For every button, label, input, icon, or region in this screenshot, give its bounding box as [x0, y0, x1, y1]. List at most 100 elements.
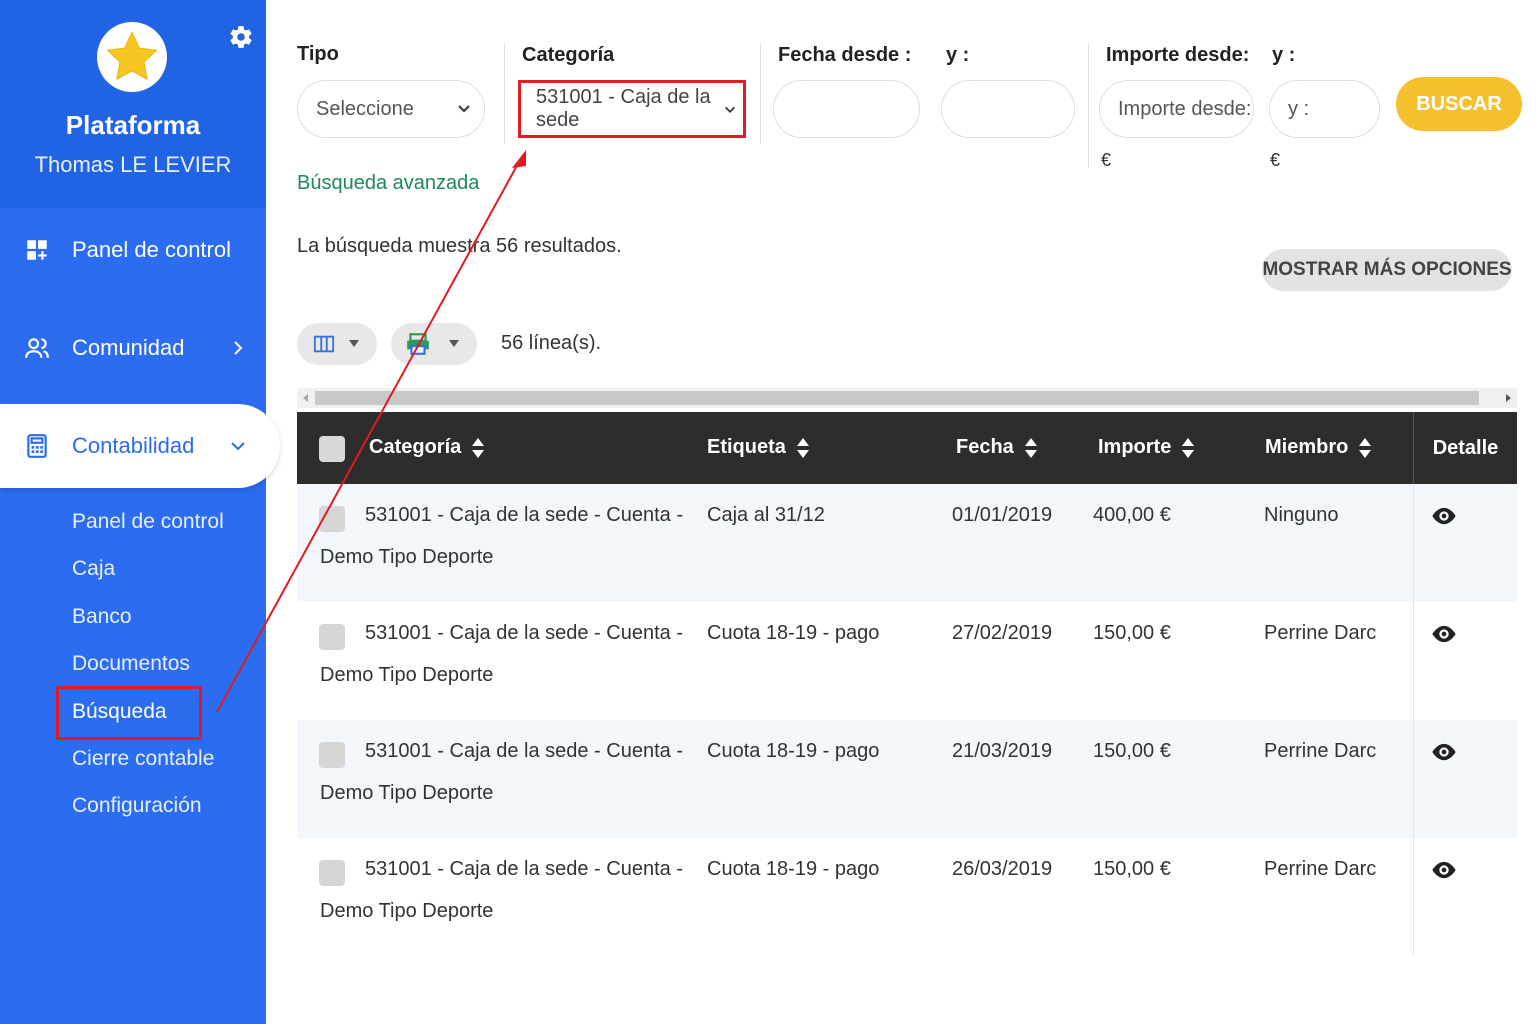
cell-miembro: Perrine Darc [1264, 740, 1377, 762]
cell-categoria: 531001 - Caja de la sede - Cuenta - [365, 858, 683, 880]
row-checkbox[interactable] [319, 742, 345, 768]
column-header-etiqueta[interactable]: Etiqueta [707, 436, 810, 459]
horizontal-scrollbar[interactable] [297, 388, 1517, 408]
divider [1088, 44, 1089, 168]
chevron-right-icon [234, 341, 243, 355]
export-printer-icon [407, 333, 429, 355]
subnav-banco[interactable]: Banco [72, 605, 132, 629]
caret-down-icon [449, 340, 459, 347]
importe-desde-placeholder: Importe desde: [1118, 97, 1252, 120]
cell-etiqueta: Cuota 18-19 - pago [707, 622, 880, 644]
cell-importe: 150,00 € [1093, 858, 1171, 880]
column-header-detalle: Detalle [1413, 412, 1517, 484]
categoria-select[interactable]: 531001 - Caja de la sede [518, 80, 746, 138]
cell-categoria: 531001 - Caja de la sede - Cuenta - [365, 740, 683, 762]
tipo-value: Seleccione [316, 97, 414, 120]
sort-icon [1024, 437, 1037, 458]
cell-fecha: 21/03/2019 [952, 740, 1053, 762]
row-checkbox[interactable] [319, 624, 345, 650]
importe-hasta-placeholder: y : [1288, 97, 1310, 120]
advanced-search-link[interactable]: Búsqueda avanzada [297, 172, 479, 195]
chevron-down-icon [458, 105, 470, 113]
more-options-button[interactable]: MOSTRAR MÁS OPCIONES [1262, 249, 1512, 291]
subnav-panel-de-control[interactable]: Panel de control [72, 510, 224, 534]
fecha-desde-label: Fecha desde : [778, 44, 912, 66]
cell-fecha: 26/03/2019 [952, 858, 1053, 880]
cell-miembro: Perrine Darc [1264, 622, 1377, 644]
cell-categoria-cont: Demo Tipo Deporte [320, 664, 494, 686]
nav-label: Panel de control [72, 237, 231, 262]
caret-down-icon [349, 340, 359, 347]
header-label: Detalle [1432, 436, 1499, 459]
eye-icon[interactable] [1430, 856, 1458, 884]
column-header-categoria[interactable]: Categoría [369, 436, 485, 459]
eye-icon[interactable] [1430, 738, 1458, 766]
cell-fecha: 01/01/2019 [952, 504, 1053, 526]
categoria-value: 531001 - Caja de la sede [536, 86, 711, 131]
fecha-desde-input[interactable] [773, 80, 920, 138]
columns-toggle-button[interactable] [297, 323, 377, 365]
scroll-right-icon[interactable] [1502, 392, 1514, 404]
subnav-cierre-contable[interactable]: Cierre contable [72, 747, 214, 771]
dashboard-icon [27, 240, 47, 260]
categoria-label: Categoría [522, 44, 615, 66]
sort-icon [796, 437, 809, 458]
cell-miembro: Ninguno [1264, 504, 1339, 526]
header-label: Importe [1098, 436, 1172, 458]
sort-icon [1182, 437, 1195, 458]
gear-icon[interactable] [228, 24, 254, 50]
nav-panel-de-control[interactable]: Panel de control [0, 208, 266, 292]
row-checkbox[interactable] [319, 506, 345, 532]
cell-importe: 150,00 € [1093, 622, 1171, 644]
table-row: 531001 - Caja de la sede - Cuenta - Demo… [297, 838, 1517, 956]
platform-title: Plataforma [65, 110, 201, 140]
nav-label: Contabilidad [72, 433, 195, 458]
cell-categoria: 531001 - Caja de la sede - Cuenta - [365, 504, 683, 526]
subnav-configuracion[interactable]: Configuración [72, 794, 202, 818]
sidebar: Plataforma Thomas LE LEVIER Panel de con… [0, 0, 280, 1024]
divider [760, 44, 761, 144]
user-name: Thomas LE LEVIER [34, 152, 232, 177]
columns-icon [313, 335, 335, 353]
cell-importe: 150,00 € [1093, 740, 1171, 762]
importe-desde-input[interactable]: Importe desde: [1099, 80, 1254, 138]
column-header-miembro[interactable]: Miembro [1265, 436, 1372, 459]
users-icon [25, 338, 49, 358]
column-header-fecha[interactable]: Fecha [956, 436, 1038, 459]
select-all-checkbox[interactable] [319, 436, 345, 462]
column-header-importe[interactable]: Importe [1098, 436, 1195, 459]
tipo-select[interactable]: Seleccione [297, 80, 485, 138]
table-header: Categoría Etiqueta Fecha Importe Miembro… [297, 412, 1517, 484]
cell-etiqueta: Caja al 31/12 [707, 504, 825, 526]
nav-comunidad[interactable]: Comunidad [0, 306, 266, 390]
search-button[interactable]: BUSCAR [1396, 77, 1522, 131]
busqueda-highlight-box [56, 686, 202, 740]
subnav-caja[interactable]: Caja [72, 557, 115, 581]
results-summary: La búsqueda muestra 56 resultados. [297, 235, 622, 257]
cell-categoria-cont: Demo Tipo Deporte [320, 900, 494, 922]
header-label: Etiqueta [707, 436, 786, 458]
scroll-left-icon[interactable] [300, 392, 312, 404]
header-label: Categoría [369, 436, 462, 458]
row-checkbox[interactable] [319, 860, 345, 886]
export-button[interactable] [391, 323, 477, 365]
table-row: 531001 - Caja de la sede - Cuenta - Demo… [297, 720, 1517, 838]
eye-icon[interactable] [1430, 502, 1458, 530]
sort-icon [472, 437, 485, 458]
importe-hasta-input[interactable]: y : [1269, 80, 1380, 138]
table-row: 531001 - Caja de la sede - Cuenta - Demo… [297, 484, 1517, 602]
divider [504, 44, 505, 144]
subnav-documentos[interactable]: Documentos [72, 652, 190, 676]
calculator-icon [27, 434, 47, 458]
cell-fecha: 27/02/2019 [952, 622, 1053, 644]
fecha-hasta-input[interactable] [941, 80, 1075, 138]
scrollbar-thumb[interactable] [315, 391, 1479, 405]
column-divider [1413, 484, 1414, 602]
chevron-down-icon [725, 106, 735, 113]
nav-label: Comunidad [72, 335, 185, 360]
nav-contabilidad[interactable]: Contabilidad [0, 404, 280, 488]
header-label: Miembro [1265, 436, 1349, 458]
fecha-hasta-label: y : [946, 44, 970, 66]
eye-icon[interactable] [1430, 620, 1458, 648]
star-logo-icon [97, 22, 167, 92]
